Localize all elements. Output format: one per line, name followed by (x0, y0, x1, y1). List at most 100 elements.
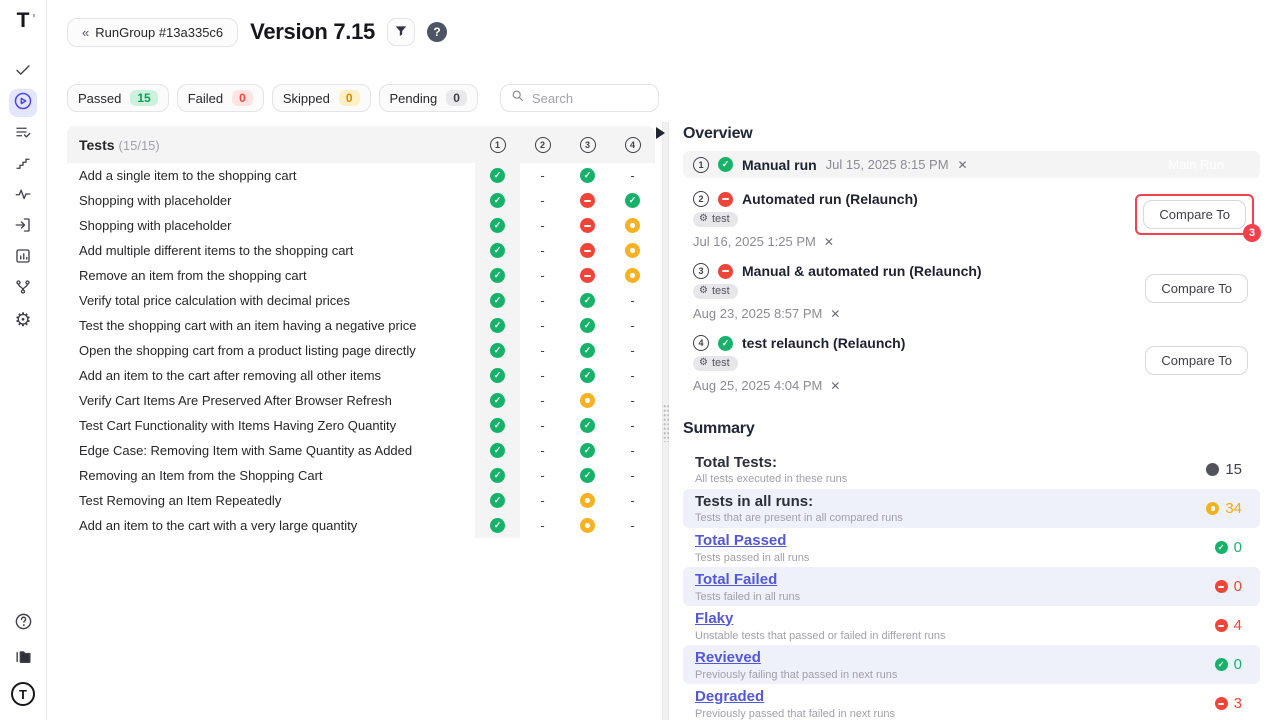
sidebar-item-analytics[interactable] (9, 182, 37, 210)
status-cell: - (610, 438, 655, 463)
account-logo-icon[interactable]: T (11, 682, 35, 706)
status-cell (610, 263, 655, 288)
sidebar-item-runs[interactable] (9, 89, 37, 117)
collapse-arrow-icon[interactable] (656, 127, 665, 139)
status-cell (565, 513, 610, 538)
run-item[interactable]: 2Automated run (Relaunch)⚙testJul 16, 20… (683, 190, 1260, 250)
passed-status-icon: ✓ (490, 393, 505, 408)
sidebar-item-branches[interactable] (9, 275, 37, 303)
run-date-line: Aug 25, 2025 4:04 PM✕ (693, 378, 1250, 393)
status-cell: ✓ (475, 213, 520, 238)
test-table-row[interactable]: Test Removing an Item Repeatedly✓-- (67, 488, 655, 513)
filter-button[interactable] (387, 18, 415, 46)
summary-value: 15 (1206, 461, 1242, 478)
summary-value: 34 (1206, 500, 1242, 517)
no-result-dash: - (630, 168, 634, 183)
sidebar-item-test-plans[interactable] (9, 120, 37, 148)
sidebar-help[interactable] (9, 610, 37, 638)
test-name: Test Cart Functionality with Items Havin… (67, 418, 475, 433)
search-icon (511, 89, 524, 107)
summary-row-text: FlakyUnstable tests that passed or faile… (695, 610, 1215, 642)
passed-status-icon: ✓ (580, 343, 595, 358)
filter-tabs: Passed15Failed0Skipped0Pending0 (67, 84, 659, 112)
help-button[interactable]: ? (427, 22, 447, 42)
compare-to-button[interactable]: Compare To (1143, 200, 1246, 229)
filter-tab-failed[interactable]: Failed0 (177, 84, 264, 112)
test-name: Verify total price calculation with deci… (67, 293, 475, 308)
passed-status-icon: ✓ (490, 343, 505, 358)
passed-status-icon: ✓ (1215, 658, 1228, 671)
status-cell: - (520, 313, 565, 338)
test-table-row[interactable]: Shopping with placeholder✓-✓ (67, 188, 655, 213)
filter-count-badge: 0 (339, 90, 360, 106)
sidebar-projects[interactable] (9, 646, 37, 674)
passed-status-icon: ✓ (490, 268, 505, 283)
summary-description: Tests failed in all runs (695, 591, 1215, 603)
test-table-row[interactable]: Add multiple different items to the shop… (67, 238, 655, 263)
skipped-status-icon (625, 218, 640, 233)
sidebar-item-reports[interactable] (9, 244, 37, 272)
summary-label[interactable]: Degraded (695, 688, 764, 705)
test-table-row[interactable]: Verify total price calculation with deci… (67, 288, 655, 313)
compare-to-button[interactable]: Compare To (1145, 346, 1248, 375)
summary-label[interactable]: Total Failed (695, 571, 777, 588)
filter-tab-label: Pending (390, 91, 438, 106)
test-table-row[interactable]: Add a single item to the shopping cart✓-… (67, 163, 655, 188)
run-item[interactable]: 3Manual & automated run (Relaunch)⚙testA… (683, 262, 1260, 322)
filter-tab-pending[interactable]: Pending0 (379, 84, 478, 112)
summary-value: 0 (1215, 578, 1242, 595)
summary-row[interactable]: Total Tests:All tests executed in these … (683, 450, 1260, 489)
passed-status-icon: ✓ (490, 418, 505, 433)
no-result-dash: - (540, 443, 544, 458)
sidebar-bottom: T (9, 610, 37, 706)
divider-grip-handle[interactable] (663, 404, 669, 442)
sidebar-item-import[interactable] (9, 213, 37, 241)
run-name: Manual run (742, 157, 817, 173)
remove-run-icon[interactable]: ✕ (830, 379, 840, 393)
run-date: Jul 15, 2025 8:15 PM (826, 157, 949, 172)
run-item-main[interactable]: 1✓Manual runJul 15, 2025 8:15 PM✕Main Ru… (683, 151, 1260, 178)
filter-tab-passed[interactable]: Passed15 (67, 84, 169, 112)
test-table-row[interactable]: Test Cart Functionality with Items Havin… (67, 413, 655, 438)
summary-row[interactable]: Total Failed Tests failed in all runs0 (683, 567, 1260, 606)
skipped-status-icon (625, 268, 640, 283)
remove-run-icon[interactable]: ✕ (824, 235, 834, 249)
search-input[interactable] (532, 91, 642, 106)
run-item[interactable]: 4✓test relaunch (Relaunch)⚙testAug 25, 2… (683, 334, 1260, 394)
passed-status-icon: ✓ (718, 336, 733, 351)
sidebar-item-milestones[interactable] (9, 151, 37, 179)
summary-row[interactable]: Total PassedTests passed in all runs✓0 (683, 528, 1260, 567)
test-table-row[interactable]: Edge Case: Removing Item with Same Quant… (67, 438, 655, 463)
summary-row[interactable]: RevievedPreviously failing that passed i… (683, 645, 1260, 684)
summary-label[interactable]: Total Passed (695, 532, 786, 549)
run-number-3-icon: 3 (693, 263, 709, 279)
status-cell: - (610, 463, 655, 488)
summary-row[interactable]: DegradedPreviously passed that failed in… (683, 684, 1260, 720)
passed-status-icon: ✓ (490, 193, 505, 208)
test-table-row[interactable]: Add an item to the cart with a very larg… (67, 513, 655, 538)
test-table-row[interactable]: Removing an Item from the Shopping Cart✓… (67, 463, 655, 488)
summary-label[interactable]: Revieved (695, 649, 761, 666)
summary-row[interactable]: Tests in all runs:Tests that are present… (683, 489, 1260, 528)
passed-status-icon: ✓ (490, 443, 505, 458)
filter-tab-skipped[interactable]: Skipped0 (272, 84, 371, 112)
compare-to-button[interactable]: Compare To (1145, 274, 1248, 303)
summary-description: All tests executed in these runs (695, 473, 1206, 485)
passed-status-icon: ✓ (580, 318, 595, 333)
remove-run-icon[interactable]: ✕ (830, 307, 840, 321)
test-table-row[interactable]: Add an item to the cart after removing a… (67, 363, 655, 388)
summary-row[interactable]: FlakyUnstable tests that passed or faile… (683, 606, 1260, 645)
test-table-row[interactable]: Remove an item from the shopping cart✓- (67, 263, 655, 288)
test-table-row[interactable]: Verify Cart Items Are Preserved After Br… (67, 388, 655, 413)
test-table-row[interactable]: Test the shopping cart with an item havi… (67, 313, 655, 338)
back-to-rungroup-button[interactable]: « RunGroup #13a335c6 (67, 18, 238, 47)
test-table-row[interactable]: Shopping with placeholder✓- (67, 213, 655, 238)
summary-label[interactable]: Flaky (695, 610, 733, 627)
test-table-row[interactable]: Open the shopping cart from a product li… (67, 338, 655, 363)
search-box (500, 84, 659, 112)
app-logo-icon[interactable]: T' (17, 10, 30, 32)
remove-run-icon[interactable]: ✕ (958, 158, 968, 172)
help-circle-icon (14, 612, 33, 636)
sidebar-item-settings[interactable]: ⚙ (9, 306, 37, 334)
sidebar-item-tasks[interactable] (9, 58, 37, 86)
